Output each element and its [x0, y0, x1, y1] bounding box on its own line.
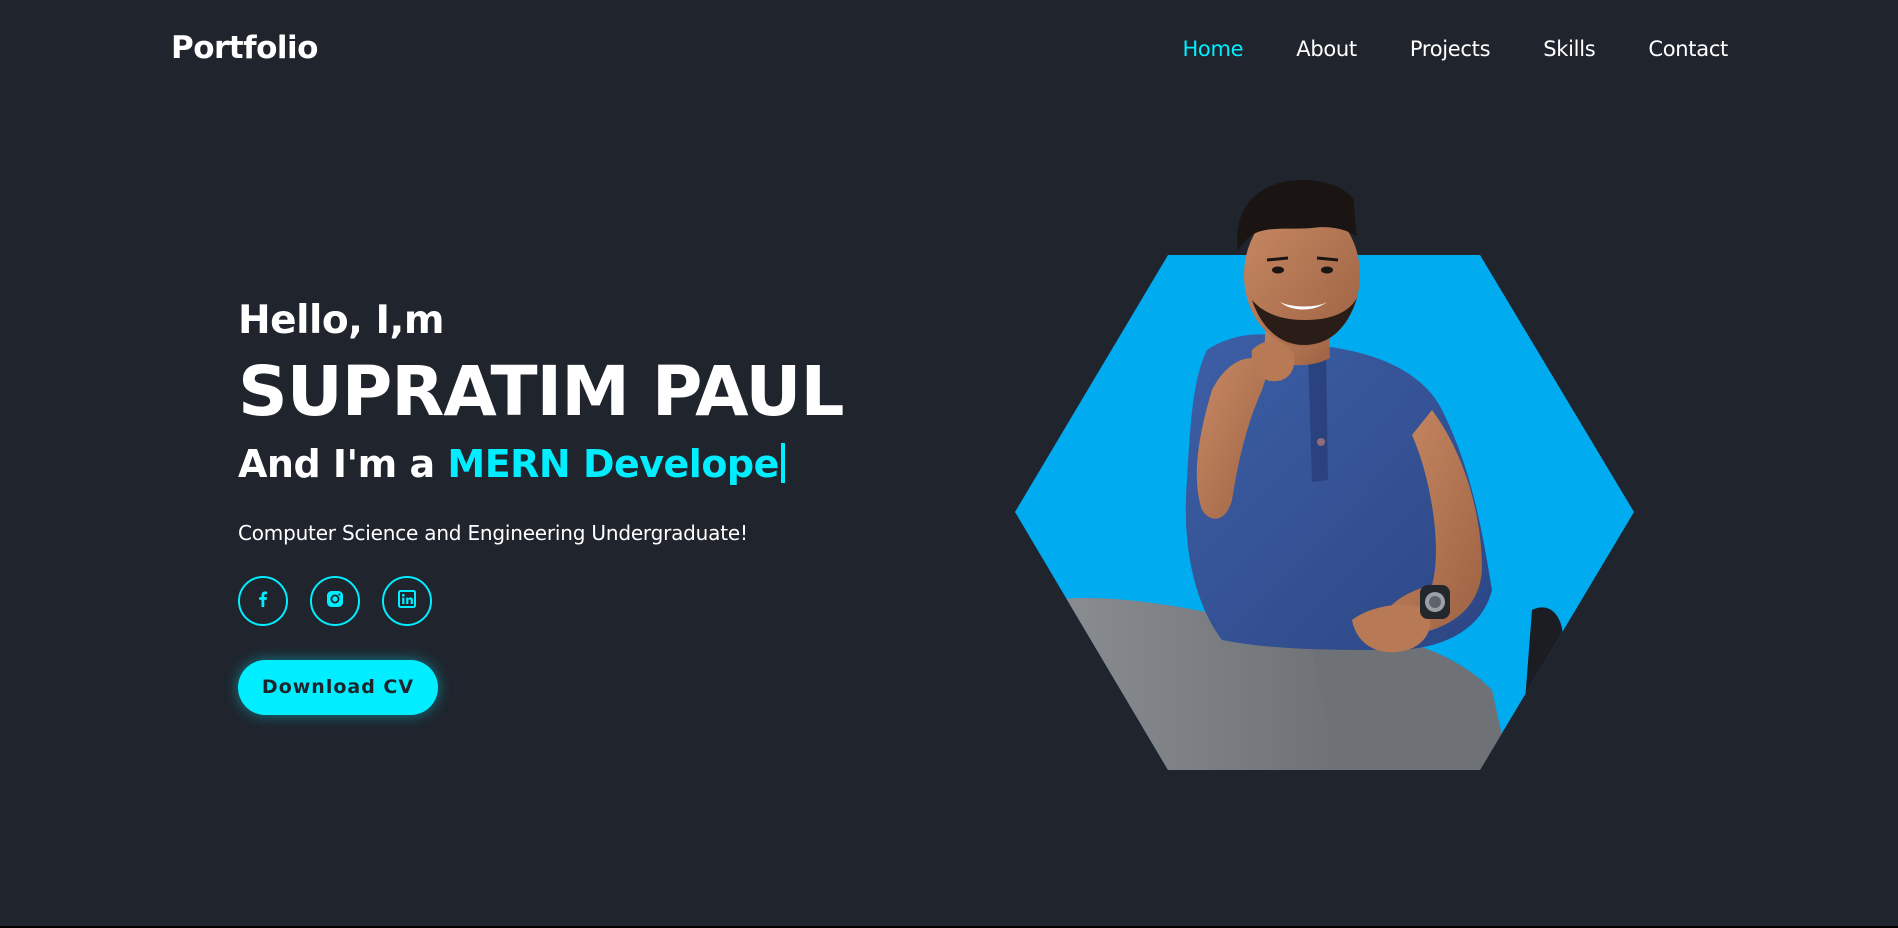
- linkedin-icon: [397, 589, 417, 613]
- hero-tagline: Computer Science and Engineering Undergr…: [238, 521, 748, 545]
- hero-image: [1012, 180, 1638, 780]
- main-nav: Home About Projects Skills Contact: [1129, 34, 1728, 64]
- hero-greeting: Hello, I,m: [238, 298, 444, 343]
- nav-skills[interactable]: Skills: [1543, 34, 1595, 64]
- role-prefix: And I'm a: [238, 442, 435, 486]
- typing-caret: [780, 443, 785, 483]
- download-cv-button[interactable]: Download CV: [238, 660, 438, 715]
- site-header: Portfolio Home About Projects Skills Con…: [0, 0, 1898, 96]
- role-typed-text: MERN Develope: [447, 442, 779, 486]
- facebook-icon: [253, 589, 273, 613]
- nav-about[interactable]: About: [1296, 34, 1357, 64]
- instagram-icon: [325, 589, 345, 613]
- nav-home[interactable]: Home: [1182, 34, 1243, 64]
- nav-contact[interactable]: Contact: [1648, 34, 1728, 64]
- nav-projects[interactable]: Projects: [1410, 34, 1491, 64]
- portrait-photo: [1015, 180, 1634, 770]
- facebook-link[interactable]: [238, 576, 288, 626]
- logo[interactable]: Portfolio: [171, 28, 318, 68]
- hero-name: SUPRATIM PAUL: [238, 352, 844, 432]
- hero-content: Hello, I,m SUPRATIM PAUL And I'm a MERN …: [238, 292, 844, 715]
- instagram-link[interactable]: [310, 576, 360, 626]
- social-links: [238, 576, 843, 626]
- hero-role-line: And I'm a MERN Develope: [238, 434, 843, 494]
- linkedin-link[interactable]: [382, 576, 432, 626]
